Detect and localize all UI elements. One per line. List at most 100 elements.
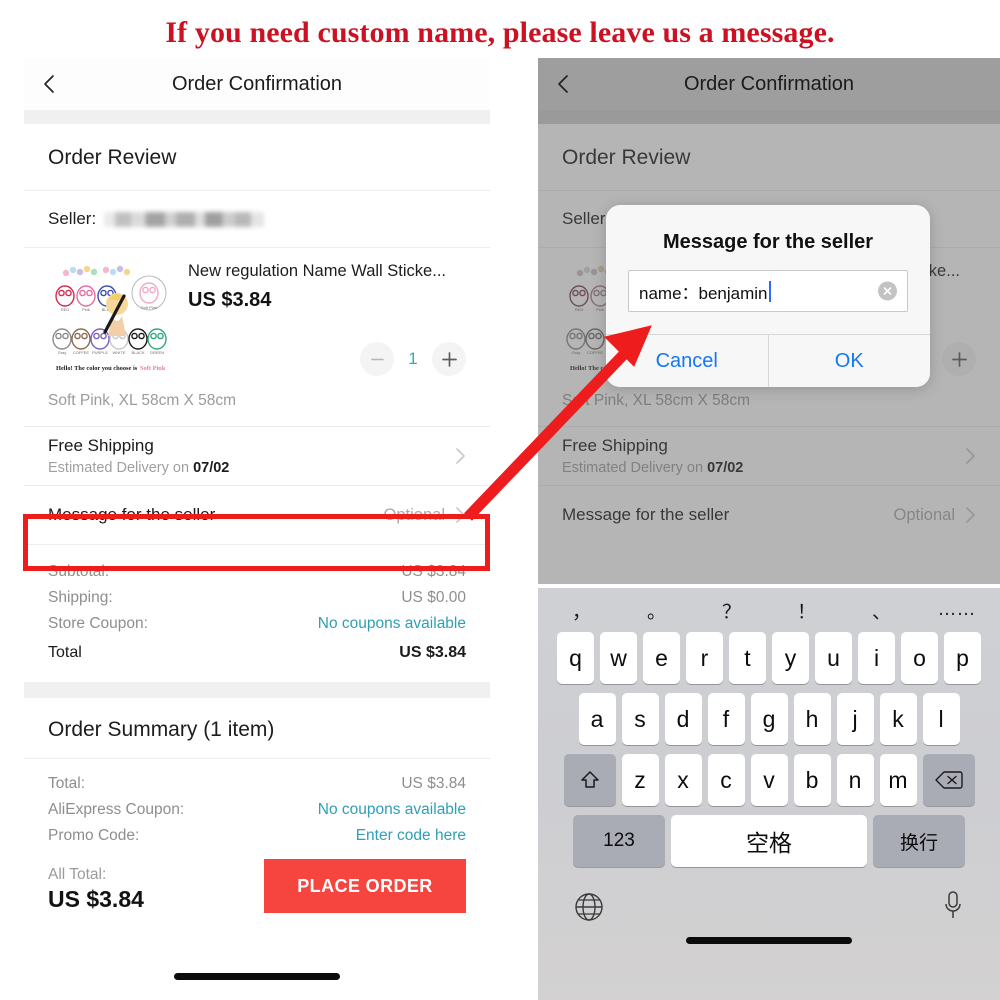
quantity-stepper[interactable]: 1 bbox=[360, 342, 466, 376]
suggestion-item[interactable]: …… bbox=[919, 599, 994, 621]
summary-row[interactable]: AliExpress Coupon: No coupons available bbox=[48, 797, 466, 823]
total-row[interactable]: Store Coupon: No coupons available bbox=[48, 611, 466, 637]
key-d[interactable]: d bbox=[664, 693, 702, 745]
place-order-button[interactable]: PLACE ORDER bbox=[264, 859, 466, 913]
nav-separator bbox=[24, 110, 490, 124]
suggestion-item[interactable]: ！ bbox=[769, 597, 844, 624]
svg-text:Gray: Gray bbox=[58, 350, 67, 355]
section-gap bbox=[24, 682, 490, 698]
keyboard-row-2: a s d f g h j k l bbox=[543, 693, 995, 745]
key-h[interactable]: h bbox=[793, 693, 831, 745]
seller-label: Seller: bbox=[48, 209, 97, 228]
total-row: Subtotal: US $3.84 bbox=[48, 559, 466, 585]
key-q[interactable]: q bbox=[557, 632, 594, 684]
keyboard-bottom-bar bbox=[538, 876, 1000, 962]
message-input-value: name：benjamin bbox=[639, 283, 768, 303]
shift-arrow-icon[interactable] bbox=[563, 754, 616, 806]
seller-name-blurred bbox=[104, 211, 265, 227]
key-u[interactable]: u bbox=[815, 632, 852, 684]
suggestion-item[interactable]: ？ bbox=[694, 597, 769, 624]
key-k[interactable]: k bbox=[879, 693, 917, 745]
cancel-button[interactable]: Cancel bbox=[606, 335, 768, 387]
key-p[interactable]: p bbox=[944, 632, 981, 684]
key-v[interactable]: v bbox=[750, 754, 788, 806]
plus-icon[interactable] bbox=[432, 342, 466, 376]
suggestion-item[interactable]: 、 bbox=[844, 597, 919, 624]
page-title: Order Confirmation bbox=[171, 72, 343, 95]
minus-icon[interactable] bbox=[360, 342, 394, 376]
key-b[interactable]: b bbox=[793, 754, 831, 806]
key-r[interactable]: r bbox=[686, 632, 723, 684]
clear-circle-icon[interactable] bbox=[878, 281, 897, 301]
microphone-icon[interactable] bbox=[942, 890, 964, 922]
summary-value[interactable]: Enter code here bbox=[356, 827, 466, 845]
product-name: New regulation Name Wall Sticke... bbox=[188, 262, 446, 280]
total-value: US $0.00 bbox=[401, 589, 466, 606]
suggestion-item[interactable]: ， bbox=[544, 597, 619, 624]
key-e[interactable]: e bbox=[643, 632, 680, 684]
return-key[interactable]: 换行 bbox=[873, 815, 965, 867]
back-chevron-icon[interactable] bbox=[552, 73, 574, 95]
key-m[interactable]: m bbox=[879, 754, 917, 806]
shipping-row[interactable]: Free Shipping Estimated Delivery on 07/0… bbox=[48, 427, 466, 485]
promo-banner: If you need custom name, please leave us… bbox=[165, 16, 835, 49]
total-label: Total bbox=[48, 644, 82, 661]
key-t[interactable]: t bbox=[729, 632, 766, 684]
message-row-label: Message for the seller bbox=[48, 505, 216, 524]
ok-button[interactable]: OK bbox=[769, 335, 931, 387]
key-a[interactable]: a bbox=[578, 693, 616, 745]
key-x[interactable]: x bbox=[664, 754, 702, 806]
key-i[interactable]: i bbox=[858, 632, 895, 684]
total-row: Total US $3.84 bbox=[48, 637, 466, 666]
backspace-icon[interactable] bbox=[922, 754, 975, 806]
onscreen-keyboard: ， 。 ？ ！ 、 …… q w e r t y u i o p a s d f… bbox=[538, 588, 1000, 1000]
back-chevron-icon[interactable] bbox=[38, 73, 60, 95]
key-z[interactable]: z bbox=[621, 754, 659, 806]
order-footer: All Total: US $3.84 PLACE ORDER bbox=[48, 849, 466, 913]
order-review-section: Order Review Seller: RED Pink BLUE Soft … bbox=[24, 124, 490, 682]
key-o[interactable]: o bbox=[901, 632, 938, 684]
svg-text:GREEN: GREEN bbox=[150, 350, 164, 355]
svg-text:BLACK: BLACK bbox=[131, 350, 144, 355]
total-value: US $3.84 bbox=[401, 563, 466, 580]
key-y[interactable]: y bbox=[772, 632, 809, 684]
key-g[interactable]: g bbox=[750, 693, 788, 745]
key-c[interactable]: c bbox=[707, 754, 745, 806]
key-w[interactable]: w bbox=[600, 632, 637, 684]
key-l[interactable]: l bbox=[922, 693, 960, 745]
message-for-seller-row[interactable]: Message for the seller Optional bbox=[48, 486, 466, 544]
product-row[interactable]: RED Pink BLUE Soft Pink Gray COFFEE PURPLE WH… bbox=[48, 248, 466, 382]
message-input[interactable]: name：benjamin bbox=[628, 270, 908, 312]
total-value[interactable]: No coupons available bbox=[318, 615, 466, 633]
suggestion-item[interactable]: 。 bbox=[619, 597, 694, 624]
summary-row[interactable]: Promo Code: Enter code here bbox=[48, 823, 466, 849]
key-j[interactable]: j bbox=[836, 693, 874, 745]
message-row-value: Optional bbox=[383, 505, 445, 524]
keyboard-row-3: z x c v b n m bbox=[543, 754, 995, 806]
numeric-key[interactable]: 123 bbox=[573, 815, 665, 867]
globe-icon[interactable] bbox=[574, 892, 604, 922]
svg-text:RED: RED bbox=[61, 307, 70, 312]
shipping-subtitle: Estimated Delivery on 07/02 bbox=[48, 460, 230, 476]
message-seller-dialog: Message for the seller name：benjamin Can… bbox=[606, 205, 930, 387]
product-price: US $3.84 bbox=[188, 289, 272, 312]
all-total-value: US $3.84 bbox=[48, 886, 144, 912]
space-key[interactable]: 空格 bbox=[671, 815, 867, 867]
shipping-title: Free Shipping bbox=[48, 436, 154, 455]
summary-value: US $3.84 bbox=[401, 775, 466, 792]
nav-bar-right: Order Confirmation bbox=[538, 58, 1000, 110]
summary-value[interactable]: No coupons available bbox=[318, 801, 466, 819]
dialog-actions: Cancel OK bbox=[606, 334, 930, 387]
chevron-right-icon bbox=[455, 447, 466, 465]
key-f[interactable]: f bbox=[707, 693, 745, 745]
svg-text:PURPLE: PURPLE bbox=[92, 350, 108, 355]
home-indicator bbox=[174, 973, 340, 980]
svg-text:Soft Pink: Soft Pink bbox=[140, 365, 166, 372]
page-title: Order Confirmation bbox=[683, 72, 855, 95]
summary-label: Total: bbox=[48, 775, 86, 792]
key-n[interactable]: n bbox=[836, 754, 874, 806]
seller-row[interactable]: Seller: bbox=[48, 191, 466, 247]
key-s[interactable]: s bbox=[621, 693, 659, 745]
home-indicator bbox=[686, 937, 852, 944]
svg-text:Hello! The color you choose is: Hello! The color you choose is bbox=[56, 365, 138, 372]
